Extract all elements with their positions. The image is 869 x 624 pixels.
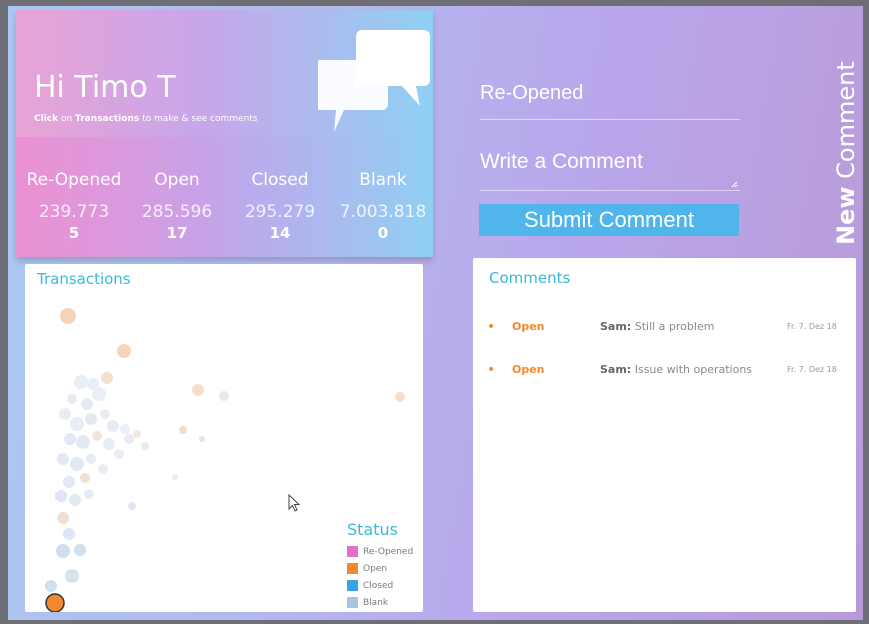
status-select[interactable]: Re-Opened xyxy=(480,82,740,120)
legend-item-blank[interactable]: Blank xyxy=(347,594,413,611)
hint-rest: to make & see comments xyxy=(139,114,258,124)
comment-status: Open xyxy=(512,320,545,333)
stat-value: 295.279 xyxy=(244,202,316,222)
comment-row[interactable]: • Open Sam: Issue with operations Fr. 7.… xyxy=(487,363,857,379)
transactions-panel: Transactions Status Re-Opened Open Close… xyxy=(25,264,423,612)
hint-on: on xyxy=(58,114,76,124)
comment-status: Open xyxy=(512,363,545,376)
legend-swatch xyxy=(347,580,358,591)
legend-swatch xyxy=(347,597,358,608)
greeting-card: Hi Timo T Click on Transactions to make … xyxy=(16,10,433,257)
stat-reopened: Re-Opened 239.773 5 xyxy=(22,170,126,242)
legend-label: Blank xyxy=(363,597,389,608)
stat-closed: Closed 295.279 14 xyxy=(228,170,332,242)
stat-label: Open xyxy=(154,170,200,190)
comment-author: Sam: xyxy=(600,320,632,333)
transactions-title: Transactions xyxy=(37,270,131,288)
legend-item-closed[interactable]: Closed xyxy=(347,577,413,594)
stat-open: Open 285.596 17 xyxy=(125,170,229,242)
comment-body: Still a problem xyxy=(631,320,715,333)
stat-value: 285.596 xyxy=(141,202,213,222)
comment-placeholder: Write a Comment xyxy=(480,150,643,173)
chat-bubbles-icon xyxy=(318,30,430,132)
comment-text: Sam: Still a problem xyxy=(600,320,714,333)
stat-count: 17 xyxy=(166,224,188,242)
legend-item-reopened[interactable]: Re-Opened xyxy=(347,543,413,560)
legend-label: Re-Opened xyxy=(363,546,414,557)
comment-text: Sam: Issue with operations xyxy=(600,363,752,376)
comment-date: Fr. 7. Dez 18 xyxy=(787,365,837,374)
hint-transactions: Transactions xyxy=(75,114,140,124)
heading-new: New xyxy=(832,186,860,245)
stat-label: Blank xyxy=(359,170,407,190)
resize-grip-icon[interactable] xyxy=(731,181,738,188)
comments-panel: Comments • Open Sam: Still a problem Fr.… xyxy=(473,258,856,612)
stat-label: Closed xyxy=(251,170,309,190)
legend-swatch xyxy=(347,563,358,574)
heading-comment: Comment xyxy=(832,61,860,187)
status-legend: Status Re-Opened Open Closed Blank xyxy=(347,520,413,611)
comment-date: Fr. 7. Dez 18 xyxy=(787,322,837,331)
stat-label: Re-Opened xyxy=(26,170,122,190)
stat-count: 0 xyxy=(377,224,389,242)
submit-comment-button[interactable]: Submit Comment xyxy=(479,204,739,236)
stat-value: 239.773 xyxy=(38,202,110,222)
stat-value: 7.003.818 xyxy=(339,202,427,222)
mouse-pointer-icon xyxy=(288,494,301,512)
comment-body: Issue with operations xyxy=(631,363,753,376)
bullet-icon: • xyxy=(487,362,496,378)
comment-input[interactable]: Write a Comment xyxy=(480,150,740,191)
stat-count: 5 xyxy=(68,224,80,242)
legend-label: Open xyxy=(363,563,388,574)
legend-item-open[interactable]: Open xyxy=(347,560,413,577)
legend-title: Status xyxy=(347,520,398,539)
comments-title: Comments xyxy=(489,269,571,287)
bullet-icon: • xyxy=(487,319,496,335)
greeting-title: Hi Timo T xyxy=(34,70,176,105)
hint-click: Click xyxy=(34,114,59,124)
stat-blank: Blank 7.003.818 0 xyxy=(331,170,435,242)
comment-row[interactable]: • Open Sam: Still a problem Fr. 7. Dez 1… xyxy=(487,320,857,336)
comment-author: Sam: xyxy=(600,363,632,376)
legend-label: Closed xyxy=(363,580,394,591)
new-comment-heading: New Comment xyxy=(832,61,860,245)
stat-count: 14 xyxy=(269,224,291,242)
legend-swatch xyxy=(347,546,358,557)
greeting-hint: Click on Transactions to make & see comm… xyxy=(34,114,258,124)
